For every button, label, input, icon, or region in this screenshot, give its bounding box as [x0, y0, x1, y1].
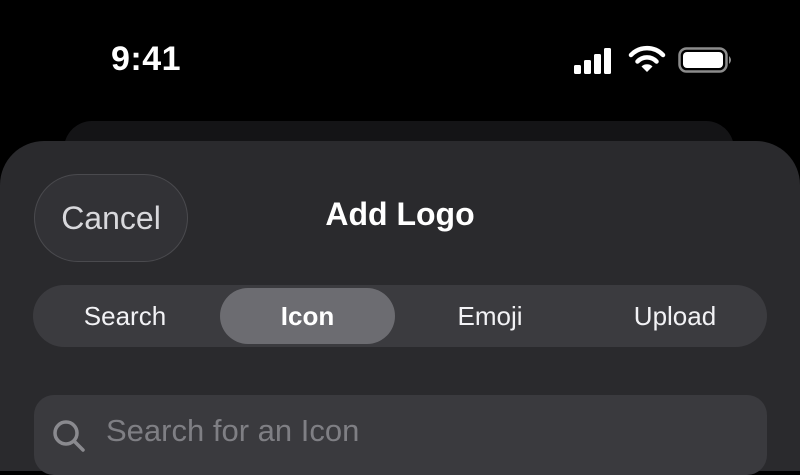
- cellular-signal-icon: [574, 48, 611, 74]
- search-input[interactable]: [106, 411, 706, 451]
- sheet-title: Add Logo: [325, 196, 475, 232]
- wifi-icon: [628, 45, 666, 72]
- cancel-button[interactable]: Cancel: [34, 174, 188, 262]
- status-bar: 9:41: [0, 0, 800, 110]
- tab-upload[interactable]: Upload: [583, 285, 767, 347]
- tab-icon[interactable]: Icon: [220, 288, 395, 344]
- icon-search-field[interactable]: [34, 395, 767, 475]
- search-icon: [53, 420, 85, 452]
- battery-icon: [678, 47, 731, 73]
- tab-search[interactable]: Search: [33, 285, 217, 347]
- tab-emoji[interactable]: Emoji: [398, 285, 582, 347]
- source-segmented-control: Search Icon Emoji Upload: [33, 285, 767, 347]
- status-time: 9:41: [111, 40, 182, 78]
